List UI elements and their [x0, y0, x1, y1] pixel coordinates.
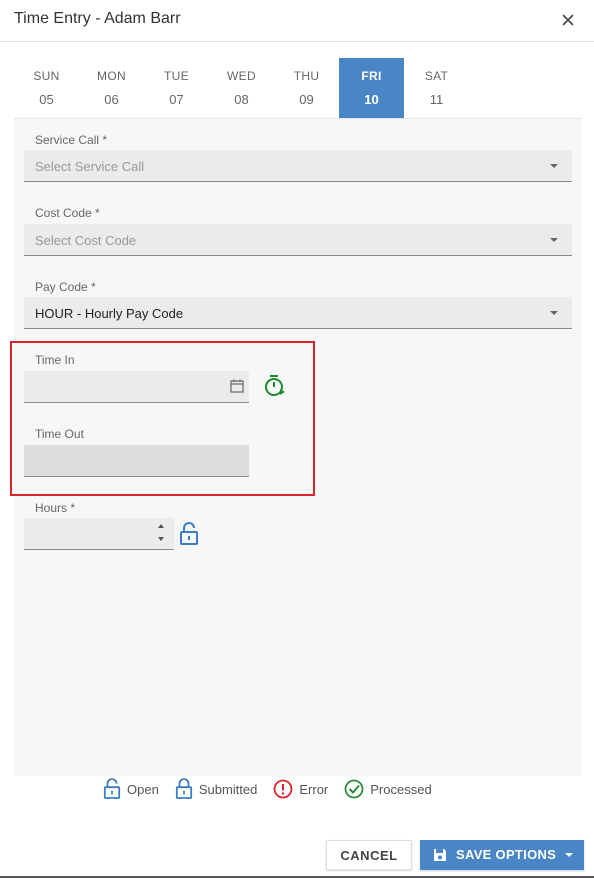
legend-processed: Processed	[344, 779, 432, 799]
day-selector: SUN 05 MON 06 TUE 07 WED 08 THU 09 FRI 1…	[14, 58, 469, 118]
check-circle-icon	[344, 779, 364, 799]
pay-code-select[interactable]: HOUR - Hourly Pay Code	[24, 297, 572, 329]
cost-code-select[interactable]: Select Cost Code	[24, 224, 572, 256]
day-number: 10	[364, 92, 379, 107]
day-name: SAT	[424, 69, 449, 83]
day-number: 11	[429, 92, 444, 107]
unlock-icon	[103, 778, 121, 799]
day-number: 05	[39, 92, 54, 107]
day-tab-fri[interactable]: FRI 10	[339, 58, 404, 118]
legend-error: Error	[273, 779, 328, 799]
day-tab-mon[interactable]: MON 06	[79, 58, 144, 118]
service-call-label: Service Call *	[35, 133, 108, 147]
time-out-label: Time Out	[35, 427, 84, 441]
dialog-title: Time Entry - Adam Barr	[14, 10, 181, 27]
save-options-button[interactable]: SAVE OPTIONS	[420, 840, 584, 870]
day-number: 06	[104, 92, 119, 107]
chevron-down-icon	[550, 164, 558, 168]
time-in-field[interactable]	[24, 371, 249, 403]
pay-code-label: Pay Code *	[35, 280, 96, 294]
calendar-icon[interactable]	[230, 379, 244, 393]
cost-code-label: Cost Code *	[35, 206, 100, 220]
day-number: 07	[169, 92, 184, 107]
hours-spinner	[158, 522, 166, 546]
day-tab-sat[interactable]: SAT 11	[404, 58, 469, 118]
save-options-label: SAVE OPTIONS	[456, 847, 557, 862]
legend-label: Submitted	[198, 781, 258, 797]
cost-code-placeholder: Select Cost Code	[35, 233, 137, 248]
save-icon	[434, 849, 446, 861]
legend-submitted: Submitted	[175, 778, 258, 800]
chevron-down-icon	[550, 311, 558, 315]
unlock-icon[interactable]	[179, 522, 199, 546]
legend-open: Open	[103, 778, 159, 800]
chevron-down-icon	[550, 238, 558, 242]
day-number: 09	[299, 92, 314, 107]
day-tab-thu[interactable]: THU 09	[274, 58, 339, 118]
day-name: FRI	[361, 69, 382, 83]
legend-label: Open	[127, 781, 159, 797]
status-legend: Open Submitted Error Processed	[103, 777, 448, 801]
lock-icon	[175, 778, 192, 799]
decrement-arrow-icon[interactable]	[158, 537, 164, 541]
legend-label: Processed	[370, 781, 432, 797]
hours-input[interactable]	[24, 518, 174, 550]
day-tab-tue[interactable]: TUE 07	[144, 58, 209, 118]
chevron-down-icon[interactable]	[565, 853, 573, 857]
cancel-button[interactable]: CANCEL	[326, 840, 412, 870]
dialog-header: Time Entry - Adam Barr	[0, 0, 594, 42]
pay-code-value: HOUR - Hourly Pay Code	[35, 306, 184, 321]
service-call-placeholder: Select Service Call	[35, 159, 145, 174]
error-icon	[273, 779, 293, 799]
legend-label: Error	[299, 781, 329, 797]
day-name: THU	[293, 69, 320, 83]
day-tab-sun[interactable]: SUN 05	[14, 58, 79, 118]
time-in-label: Time In	[35, 353, 75, 367]
hours-label: Hours *	[35, 501, 76, 515]
stopwatch-icon[interactable]	[262, 374, 286, 398]
day-name: TUE	[164, 69, 189, 83]
close-icon[interactable]	[560, 12, 576, 28]
day-number: 08	[234, 92, 249, 107]
time-out-field	[24, 445, 249, 477]
day-name: MON	[97, 69, 126, 83]
day-name: SUN	[33, 69, 60, 83]
increment-arrow-icon[interactable]	[158, 524, 164, 528]
day-name: WED	[227, 69, 256, 83]
day-tab-wed[interactable]: WED 08	[209, 58, 274, 118]
service-call-select[interactable]: Select Service Call	[24, 150, 572, 182]
